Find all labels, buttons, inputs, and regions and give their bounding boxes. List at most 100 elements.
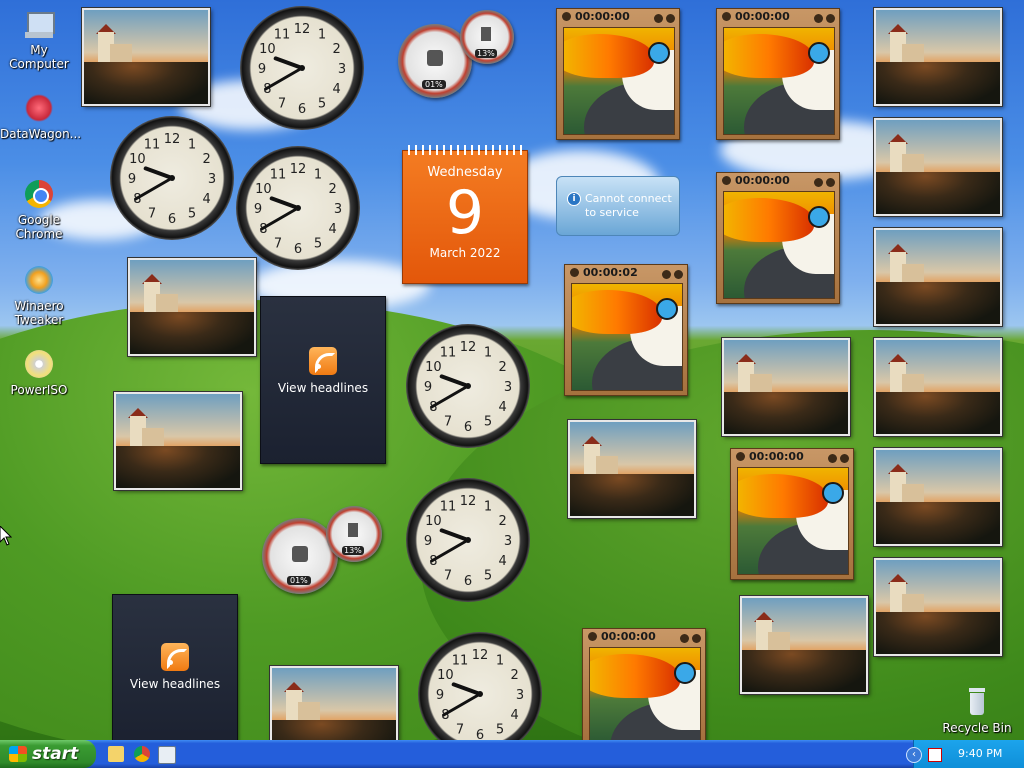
desktop-icon-winaero-tweaker[interactable]: Winaero Tweaker (0, 264, 78, 327)
help-icon[interactable] (662, 270, 671, 279)
notepad-quicklaunch-icon[interactable] (158, 746, 176, 764)
clock-number: 1 (314, 167, 322, 182)
clock-number: 12 (290, 162, 307, 177)
cpu-percent: 01% (422, 80, 446, 89)
cpu-meter-gadget[interactable]: 01% 13% (396, 10, 520, 100)
rss-icon (161, 643, 189, 671)
toucan-image (563, 27, 675, 135)
clock-number: 4 (203, 192, 211, 207)
clock-gadget[interactable]: 121234567891011 (418, 632, 542, 740)
weather-gadget[interactable]: i Cannot connect to service (556, 176, 680, 236)
hour-hand (273, 56, 304, 70)
settings-icon[interactable] (666, 14, 675, 23)
poweriso-icon (23, 348, 55, 380)
desktop[interactable]: My Computer DataWagon... Google Chrome W… (0, 0, 1024, 740)
clock-gadget[interactable]: 121234567891011 (406, 324, 530, 448)
picture-slideshow-gadget[interactable] (874, 558, 1002, 656)
chrome-quicklaunch-icon[interactable] (134, 746, 150, 762)
clock-number: 6 (464, 420, 472, 435)
clock-gadget[interactable]: 121234567891011 (240, 6, 364, 130)
settings-icon[interactable] (692, 634, 701, 643)
clock-number: 10 (425, 514, 442, 529)
clock-number: 1 (318, 27, 326, 42)
show-hidden-icons-icon[interactable]: ‹ (906, 747, 922, 763)
picture-slideshow-gadget[interactable] (114, 392, 242, 490)
desktop-icon-poweriso[interactable]: PowerISO (0, 348, 78, 397)
calendar-gadget[interactable]: Wednesday 9 March 2022 (402, 145, 528, 284)
settings-icon[interactable] (674, 270, 683, 279)
slideshow-gadget[interactable]: 00:00:00 (716, 8, 840, 140)
slideshow-gadget[interactable]: 00:00:00 (582, 628, 706, 740)
clock-number: 5 (484, 415, 492, 430)
view-headlines-link[interactable]: View headlines (261, 381, 385, 395)
clock-number: 10 (129, 152, 146, 167)
picture-slideshow-gadget[interactable] (128, 258, 256, 356)
clock-number: 7 (444, 569, 452, 584)
minute-hand (260, 206, 300, 231)
clock-face: 121234567891011 (424, 494, 512, 589)
rss-wrap: View headlines (261, 347, 385, 395)
back-icon[interactable] (570, 268, 579, 277)
clock-number: 5 (314, 237, 322, 252)
clock-number: 7 (148, 207, 156, 222)
windows-logo-icon (9, 746, 27, 762)
tray-clock[interactable]: 9:40 PM (958, 740, 1002, 768)
clock-number: 10 (255, 182, 272, 197)
picture-slideshow-gadget[interactable] (82, 8, 210, 106)
clock-gadget[interactable]: 121234567891011 (110, 116, 234, 240)
clock-gadget[interactable]: 121234567891011 (236, 146, 360, 270)
minute-hand (442, 692, 482, 717)
back-icon[interactable] (562, 12, 571, 21)
back-icon[interactable] (588, 632, 597, 641)
slideshow-time: 00:00:00 (749, 450, 804, 463)
settings-icon[interactable] (826, 14, 835, 23)
clock-number: 2 (329, 182, 337, 197)
start-button[interactable]: start (0, 740, 96, 768)
back-icon[interactable] (722, 12, 731, 21)
clock-number: 5 (496, 723, 504, 738)
help-icon[interactable] (680, 634, 689, 643)
desktop-icon-datawagon[interactable]: DataWagon... (0, 92, 81, 141)
security-alert-icon[interactable] (928, 748, 942, 762)
view-headlines-link[interactable]: View headlines (113, 677, 237, 691)
help-icon[interactable] (654, 14, 663, 23)
back-icon[interactable] (722, 176, 731, 185)
clock-number: 11 (270, 167, 287, 182)
clock-number: 9 (424, 534, 432, 549)
picture-slideshow-gadget[interactable] (874, 448, 1002, 546)
picture-slideshow-gadget[interactable] (874, 338, 1002, 436)
desktop-icon-label: PowerISO (10, 383, 68, 397)
picture-slideshow-gadget[interactable] (874, 118, 1002, 216)
feed-headlines-gadget[interactable]: View headlines (260, 296, 386, 464)
clock-number: 2 (511, 668, 519, 683)
slideshow-gadget[interactable]: 00:00:00 (556, 8, 680, 140)
clock-gadget[interactable]: 121234567891011 (406, 478, 530, 602)
picture-slideshow-gadget[interactable] (874, 228, 1002, 326)
picture-slideshow-gadget[interactable] (568, 420, 696, 518)
winaero-tweaker-icon (23, 264, 55, 296)
clock-number: 10 (425, 360, 442, 375)
picture-slideshow-gadget[interactable] (874, 8, 1002, 106)
slideshow-gadget[interactable]: 00:00:02 (564, 264, 688, 396)
explorer-quicklaunch-icon[interactable] (108, 746, 124, 762)
toucan-image (723, 27, 835, 135)
settings-icon[interactable] (826, 178, 835, 187)
minute-hand (430, 384, 470, 409)
desktop-icon-my-computer[interactable]: My Computer (0, 8, 78, 71)
desktop-icon-google-chrome[interactable]: Google Chrome (0, 178, 78, 241)
desktop-icon-recycle-bin[interactable]: Recycle Bin (938, 686, 1016, 735)
help-icon[interactable] (814, 178, 823, 187)
help-icon[interactable] (814, 14, 823, 23)
help-icon[interactable] (828, 454, 837, 463)
slideshow-gadget[interactable]: 00:00:00 (730, 448, 854, 580)
back-icon[interactable] (736, 452, 745, 461)
picture-slideshow-gadget[interactable] (270, 666, 398, 740)
settings-icon[interactable] (840, 454, 849, 463)
picture-slideshow-gadget[interactable] (722, 338, 850, 436)
hour-hand (269, 196, 300, 210)
cpu-meter-gadget[interactable]: 01% 13% (260, 506, 384, 596)
feed-headlines-gadget[interactable]: View headlines (112, 594, 238, 740)
weather-message: Cannot connect to service (585, 192, 672, 219)
picture-slideshow-gadget[interactable] (740, 596, 868, 694)
slideshow-gadget[interactable]: 00:00:00 (716, 172, 840, 304)
